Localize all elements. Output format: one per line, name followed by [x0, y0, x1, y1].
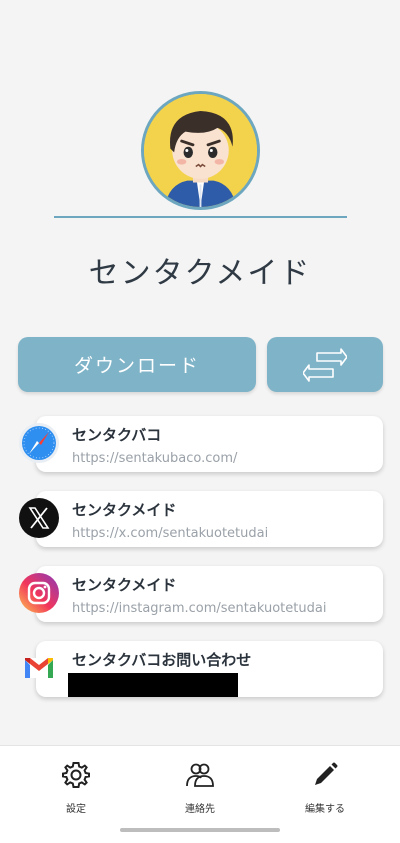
switch-button[interactable]: [267, 337, 383, 392]
swap-arrows-icon: [303, 347, 347, 382]
instagram-icon: [18, 572, 60, 614]
link-card-x[interactable]: センタクメイド https://x.com/sentakuotetudai: [36, 491, 383, 547]
link-title: センタクバコ: [72, 426, 162, 444]
link-title: センタクバコお問い合わせ: [72, 651, 252, 669]
people-icon: [186, 763, 214, 787]
download-button[interactable]: ダウンロード: [18, 337, 256, 392]
profile-name: センタクメイド: [88, 256, 312, 291]
home-indicator: [120, 828, 280, 832]
link-card-instagram[interactable]: センタクメイド https://instagram.com/sentakuote…: [36, 566, 383, 622]
tab-edit[interactable]: 編集する: [285, 760, 365, 815]
tab-settings[interactable]: 設定: [36, 760, 116, 815]
avatar-illustration: [144, 94, 257, 207]
pencil-icon: [315, 762, 338, 785]
link-url: https://x.com/sentakuotetudai: [72, 526, 269, 541]
redacted-email: [68, 673, 238, 697]
safari-icon: [18, 422, 60, 464]
link-url: https://sentakubaco.com/: [72, 451, 238, 466]
gmail-icon: [18, 647, 60, 689]
avatar: [141, 91, 260, 210]
link-title: センタクメイド: [72, 501, 177, 519]
tab-edit-label: 編集する: [305, 804, 345, 815]
avatar-divider: [54, 216, 347, 218]
gear-icon: [62, 762, 90, 788]
x-icon: [18, 497, 60, 539]
tab-settings-label: 設定: [66, 804, 86, 815]
link-card-contact[interactable]: センタクバコお問い合わせ: [36, 641, 383, 697]
tab-contacts-label: 連絡先: [185, 804, 215, 815]
link-card-sentakubaco[interactable]: センタクバコ https://sentakubaco.com/: [36, 416, 383, 472]
link-title: センタクメイド: [72, 576, 177, 594]
link-url: https://instagram.com/sentakuotetudai: [72, 601, 327, 616]
tab-contacts[interactable]: 連絡先: [160, 760, 240, 815]
